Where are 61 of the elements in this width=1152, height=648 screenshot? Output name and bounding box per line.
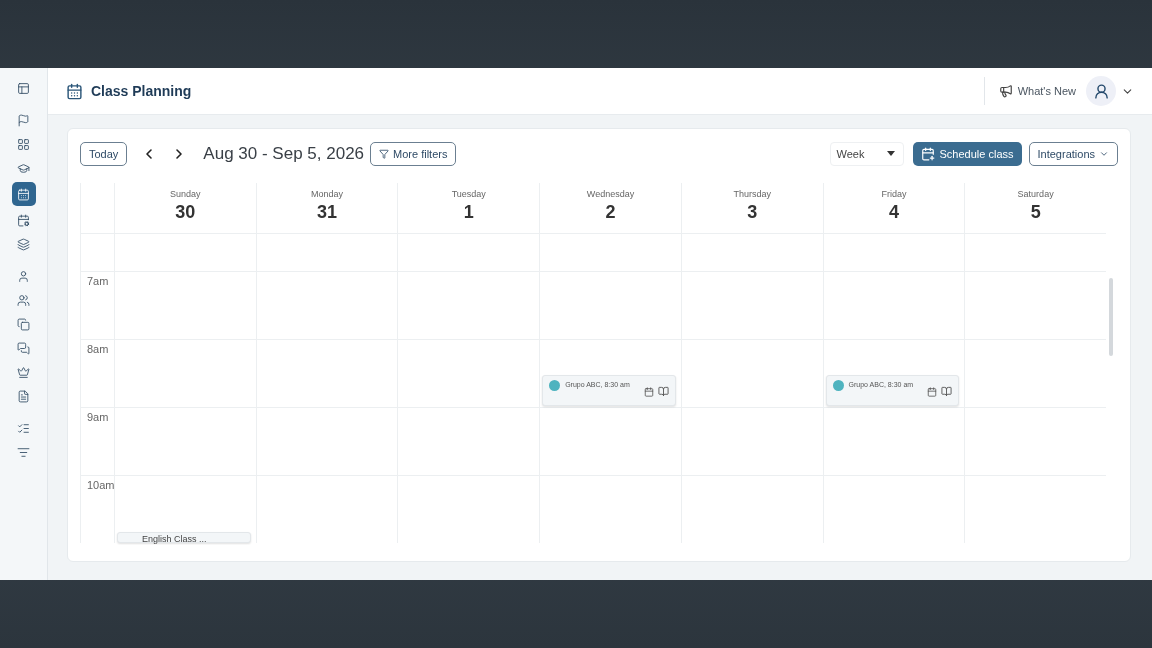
calendar-plus-icon	[920, 146, 935, 161]
weekday-label: Tuesday	[451, 189, 486, 199]
calendar-icon[interactable]	[927, 386, 938, 397]
scrollbar-thumb[interactable]	[1109, 278, 1113, 356]
date-number: 5	[1030, 202, 1041, 223]
sidebar-item[interactable]	[11, 182, 36, 206]
calendar-gear-icon	[17, 213, 30, 227]
weekday-label: Sunday	[170, 189, 201, 199]
group-dot-icon	[832, 380, 844, 391]
calendar-icon	[66, 82, 83, 100]
time-cell: 8am	[80, 339, 114, 407]
date-number: 3	[747, 202, 758, 223]
today-button[interactable]: Today	[80, 141, 128, 166]
crown-icon	[17, 365, 30, 379]
calendar-cell[interactable]	[539, 407, 681, 475]
calendar-cell[interactable]	[822, 407, 965, 475]
book-icon[interactable]	[657, 386, 669, 397]
group-dot-icon	[549, 380, 561, 391]
layout-icon	[17, 81, 30, 95]
date-number: 4	[888, 202, 899, 223]
schedule-class-button[interactable]: Schedule class	[912, 141, 1022, 166]
megaphone-icon	[998, 84, 1013, 98]
flag-icon	[17, 113, 30, 127]
calendar-icon	[17, 187, 30, 201]
date-range: Aug 30 - Sep 5, 2026	[203, 143, 365, 164]
filter-icon	[379, 148, 390, 159]
layers-icon	[17, 237, 30, 251]
filters-button[interactable]: More filters	[370, 141, 457, 166]
page-title: Class Planning	[91, 83, 192, 99]
whats-new-link[interactable]: What's New	[998, 84, 1076, 98]
list-filter-icon	[17, 445, 30, 459]
time-cell: 10am	[80, 475, 114, 543]
weekday-label: Saturday	[1017, 189, 1054, 199]
grid-icon	[17, 137, 30, 151]
weekday-label: Monday	[311, 189, 344, 199]
graduation-cap-icon	[17, 161, 30, 175]
time-cell: 7am	[80, 271, 114, 339]
view-select[interactable]: Week	[829, 141, 904, 166]
chat-icon	[17, 341, 30, 355]
avatar[interactable]	[1086, 76, 1116, 106]
weekday-label: Thursday	[733, 189, 771, 199]
user-icon	[1092, 82, 1110, 100]
user-icon	[17, 269, 30, 283]
time-cell: 9am	[80, 407, 114, 475]
users-icon	[17, 293, 30, 307]
calendar-icon[interactable]	[643, 386, 654, 397]
weekday-label: Friday	[881, 189, 907, 199]
event-title: English Class ...	[142, 534, 207, 544]
date-number: 30	[175, 202, 196, 223]
date-number: 31	[317, 202, 338, 223]
document-icon	[17, 389, 30, 403]
checklist-icon	[17, 421, 30, 435]
caret-icon	[886, 151, 895, 156]
book-icon[interactable]	[941, 386, 953, 397]
weekday-label: Wednesday	[586, 189, 635, 199]
date-number: 2	[605, 202, 616, 223]
date-number: 1	[463, 202, 474, 223]
calendar-cell[interactable]: English Class ...	[114, 475, 256, 543]
integrations-button[interactable]: Integrations	[1028, 141, 1118, 166]
copy-icon	[17, 317, 30, 331]
class-event[interactable]: English Class ...	[117, 532, 251, 543]
